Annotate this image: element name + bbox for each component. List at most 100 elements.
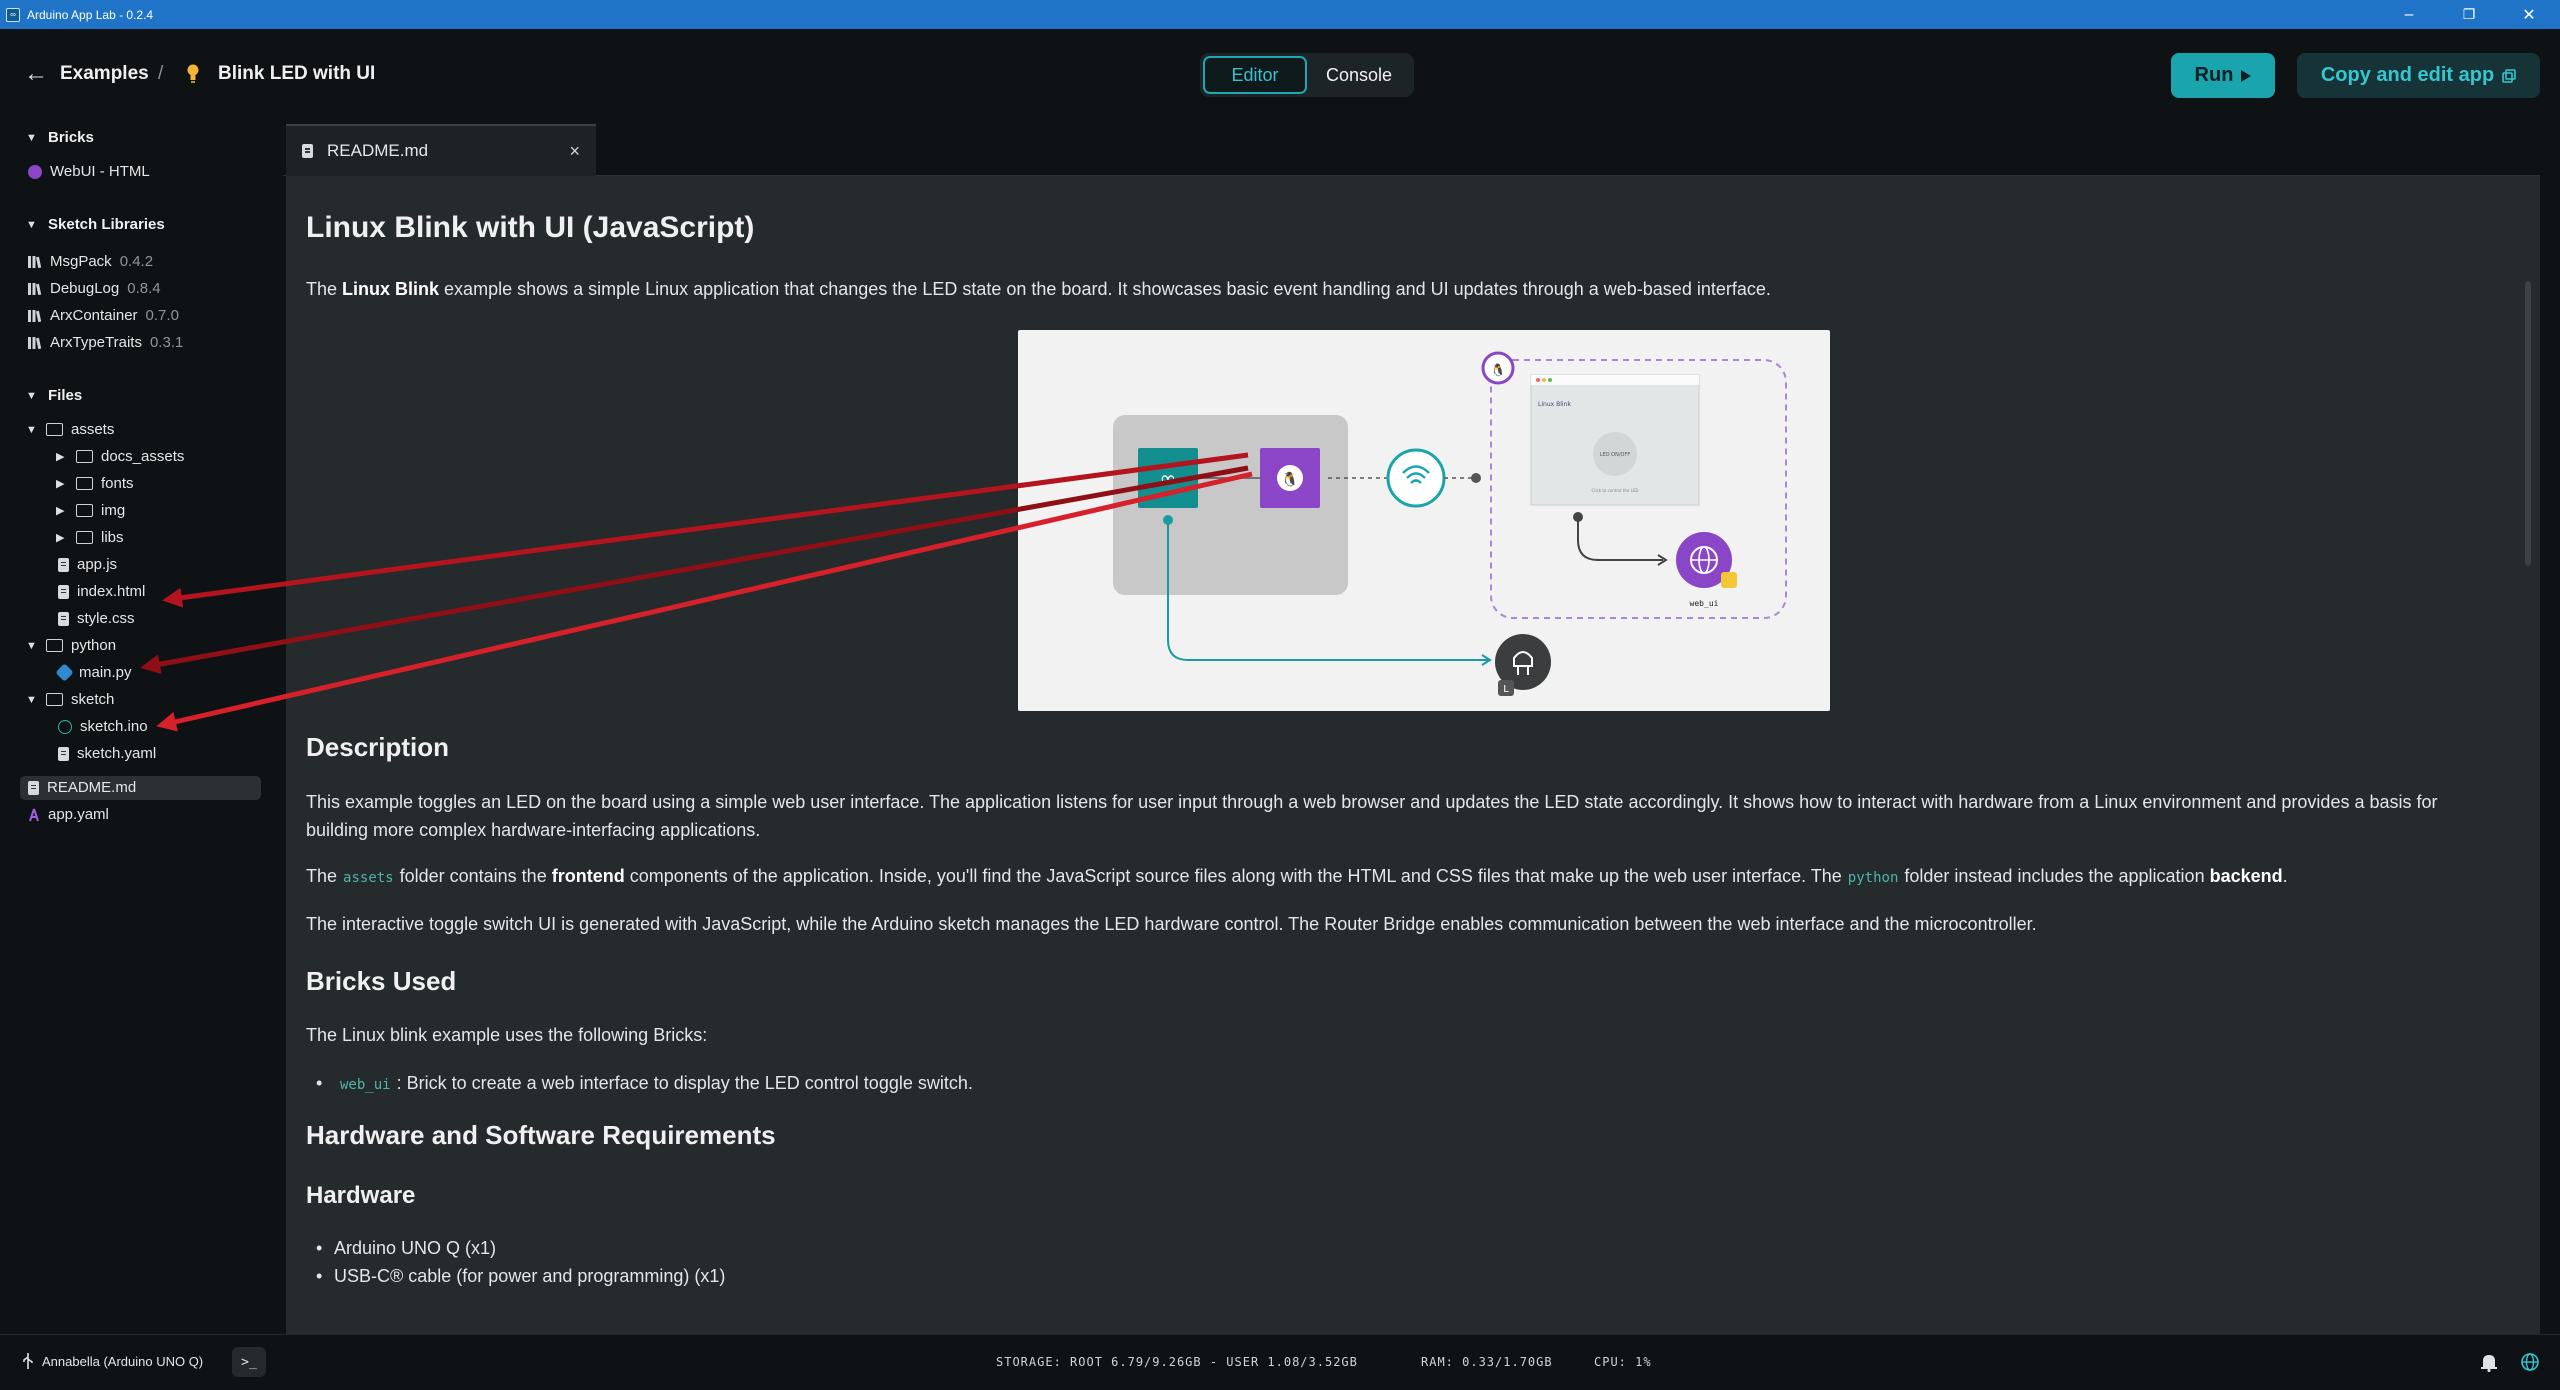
file-label: README.md [47, 779, 137, 796]
files-section-title: Files [48, 387, 83, 404]
editor-tabstrip: README.md × [283, 124, 2540, 176]
board-connection[interactable]: Annabella (Arduino UNO Q) [22, 1353, 203, 1369]
folder-label: sketch [71, 691, 115, 708]
chevron-down-icon: ▼ [26, 389, 37, 402]
library-icon [28, 336, 42, 349]
file-label: style.css [77, 610, 135, 627]
folder-label: img [101, 502, 126, 519]
readme-title: Linux Blink with UI (JavaScript) [306, 211, 755, 244]
globe-icon[interactable] [2520, 1352, 2540, 1372]
tree-folder-assets[interactable]: ▼ assets [26, 421, 114, 438]
breadcrumb-examples[interactable]: Examples [60, 63, 149, 85]
run-button[interactable]: Run [2171, 53, 2275, 98]
library-version: 0.8.4 [127, 280, 161, 297]
ram-readout: RAM: 0.33/1.70GB [1421, 1355, 1553, 1369]
bell-icon[interactable] [2480, 1352, 2498, 1372]
python-file-icon [55, 663, 74, 682]
close-tab-icon[interactable]: × [569, 141, 580, 162]
library-item[interactable]: DebugLog 0.8.4 [28, 280, 161, 297]
file-label: sketch.yaml [77, 745, 157, 762]
tree-file-main-py[interactable]: main.py [55, 663, 132, 682]
library-version: 0.4.2 [119, 253, 154, 270]
tree-file-sketch-yaml[interactable]: sketch.yaml [58, 745, 156, 762]
library-item[interactable]: MsgPack 0.4.2 [28, 253, 153, 270]
copy-and-edit-label: Copy and edit app [2320, 64, 2495, 86]
file-label: sketch.ino [80, 718, 148, 735]
library-item[interactable]: ArxTypeTraits 0.3.1 [28, 334, 183, 351]
brick-icon [28, 164, 42, 179]
hardware-item: USB-C® cable (for power and programming)… [316, 1262, 725, 1290]
sidebar: ▼ Bricks WebUI - HTML ▼ Sketch Libraries… [0, 119, 280, 1334]
browser-caption-text: Click to control the LED [1592, 488, 1639, 493]
libraries-section-header[interactable]: ▼ Sketch Libraries [26, 216, 165, 233]
bricks-heading: Bricks Used [306, 966, 457, 996]
web-ui-label-text: web_ui [1690, 599, 1719, 608]
editor-tab-readme[interactable]: README.md × [286, 124, 596, 176]
folder-icon [46, 693, 63, 706]
copy-and-edit-button[interactable]: Copy and edit app [2297, 53, 2540, 98]
sketch-file-icon [58, 719, 72, 734]
assets-paragraph: The assets folder contains the frontend co… [306, 866, 2288, 886]
library-icon [28, 282, 42, 295]
tree-file-sketch-ino[interactable]: sketch.ino [58, 718, 148, 735]
file-label: main.py [79, 664, 132, 681]
scrollbar-thumb[interactable] [2525, 281, 2531, 566]
lightbulb-icon [187, 64, 199, 83]
bricks-section-title: Bricks [48, 129, 94, 146]
chevron-right-icon: ▶ [56, 532, 65, 544]
tree-folder-fonts[interactable]: ▶ fonts [56, 475, 134, 492]
tree-file-index-html[interactable]: index.html [58, 583, 145, 600]
tree-file-style-css[interactable]: style.css [58, 610, 135, 627]
tree-file-app-yaml[interactable]: app.yaml [28, 806, 109, 823]
library-name: ArxTypeTraits [50, 334, 142, 351]
chevron-down-icon: ▼ [26, 693, 37, 706]
status-bar: Annabella (Arduino UNO Q) >_ STORAGE: RO… [0, 1334, 2560, 1390]
tree-folder-docs-assets[interactable]: ▶ docs_assets [56, 448, 184, 465]
cpu-readout: CPU: 1% [1594, 1355, 1652, 1369]
library-item[interactable]: ArxContainer 0.7.0 [28, 307, 179, 324]
play-icon [2241, 69, 2252, 82]
library-icon [28, 309, 42, 322]
file-icon [58, 584, 69, 599]
sidebar-item-webui[interactable]: WebUI - HTML [28, 163, 150, 180]
library-version: 0.3.1 [149, 334, 184, 351]
tab-console[interactable]: Console [1307, 56, 1411, 94]
tree-folder-sketch[interactable]: ▼ sketch [26, 691, 114, 708]
file-label: app.yaml [48, 806, 109, 823]
svg-text:∞: ∞ [1160, 466, 1177, 490]
back-arrow-icon[interactable]: ← [24, 62, 48, 86]
folder-icon [76, 450, 93, 463]
maximize-button[interactable]: ❐ [2440, 0, 2498, 29]
folder-icon [76, 504, 93, 517]
description-heading: Description [306, 732, 450, 762]
editor-tab-label: README.md [327, 141, 429, 160]
app-header: ← Examples / Blink LED with UI Editor Co… [0, 29, 2560, 119]
requirements-heading: Hardware and Software Requirements [306, 1120, 776, 1150]
file-icon [58, 746, 69, 761]
tree-file-readme[interactable]: README.md [28, 779, 136, 796]
tree-folder-libs[interactable]: ▶ libs [56, 529, 124, 546]
minimize-button[interactable]: – [2380, 0, 2438, 29]
file-icon [28, 780, 39, 795]
architecture-diagram: ∞ 🐧 🐧 Linux Blink LED ON/OFF Click to co… [1018, 330, 1830, 711]
bricks-intro: The Linux blink example uses the followi… [306, 1025, 708, 1045]
bricks-section-header[interactable]: ▼ Bricks [26, 129, 94, 146]
usb-icon [23, 1353, 33, 1369]
tab-editor[interactable]: Editor [1203, 56, 1307, 94]
tree-folder-python[interactable]: ▼ python [26, 637, 116, 654]
led-letter-text: L [1503, 684, 1509, 695]
tree-folder-img[interactable]: ▶ img [56, 502, 125, 519]
file-label: index.html [77, 583, 146, 600]
svg-text:🐧: 🐧 [1491, 363, 1506, 377]
files-section-header[interactable]: ▼ Files [26, 387, 82, 404]
folder-icon [76, 531, 93, 544]
terminal-button[interactable]: >_ [232, 1347, 266, 1377]
folder-label: docs_assets [101, 448, 185, 465]
chevron-right-icon: ▶ [56, 505, 65, 517]
close-window-button[interactable]: ✕ [2500, 0, 2558, 29]
board-name: Annabella (Arduino UNO Q) [42, 1353, 204, 1369]
folder-icon [46, 423, 63, 436]
chevron-right-icon: ▶ [56, 451, 65, 463]
tree-file-app-js[interactable]: app.js [58, 556, 117, 573]
view-switcher: Editor Console [1200, 53, 1414, 97]
